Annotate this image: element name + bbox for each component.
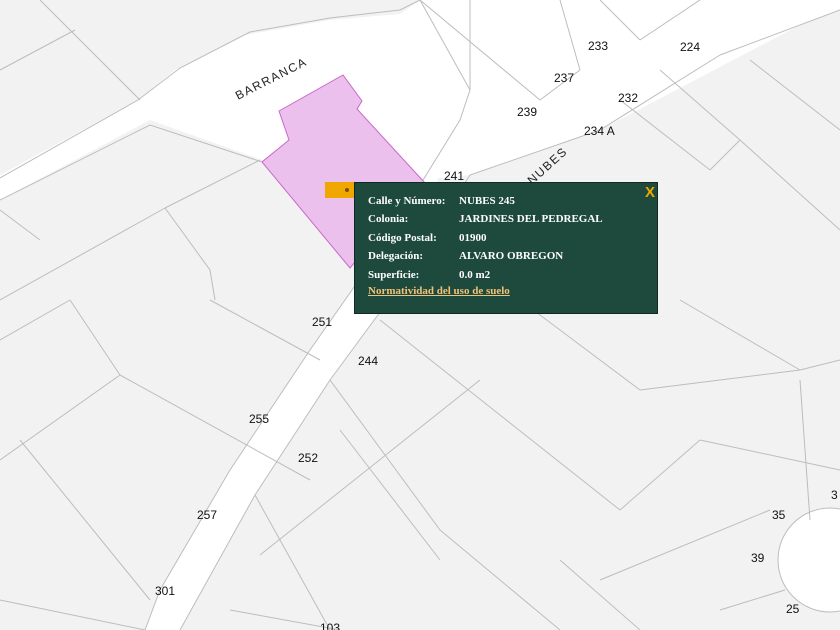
popup-pointer-tab (325, 182, 363, 198)
info-label: Calle y Número: (368, 195, 446, 207)
lot-number: 233 (588, 39, 608, 53)
info-label: Código Postal: (368, 232, 437, 244)
lot-number: 239 (517, 105, 537, 119)
lot-number: 39 (751, 551, 765, 565)
lot-number: 252 (298, 451, 318, 465)
lot-number: 237 (554, 71, 574, 85)
pointer-dot-icon (345, 188, 349, 192)
lot-number: 255 (249, 412, 269, 426)
land-use-regulations-link[interactable]: Normatividad del uso de suelo (368, 285, 510, 297)
info-value: JARDINES DEL PEDREGAL (459, 213, 603, 225)
lot-number: 224 (680, 40, 700, 54)
lot-number: 25 (786, 602, 800, 616)
lot-number: 234 A (584, 124, 615, 138)
parcel-info-popup: X Calle y Número: NUBES 245 Colonia: JAR… (354, 182, 658, 314)
info-label: Colonia: (368, 213, 409, 225)
info-value: 0.0 m2 (459, 269, 491, 281)
lot-number: 244 (358, 354, 378, 368)
info-value: ALVARO OBREGON (459, 250, 564, 262)
lot-number: 301 (155, 584, 175, 598)
info-label: Delegación: (368, 250, 423, 262)
lot-number: 103 (320, 621, 340, 630)
info-label: Superficie: (368, 269, 420, 281)
info-value: NUBES 245 (459, 195, 515, 207)
parcel-map[interactable]: BARRANCA NUBES 233 224 237 232 239 234 A… (0, 0, 840, 630)
lot-number: 3 (831, 488, 838, 502)
lot-number: 257 (197, 508, 217, 522)
lot-number: 251 (312, 315, 332, 329)
info-value: 01900 (459, 232, 487, 244)
close-icon[interactable]: X (645, 184, 655, 201)
lot-number: 232 (618, 91, 638, 105)
lot-number: 241 (444, 169, 464, 183)
lot-number: 35 (772, 508, 786, 522)
